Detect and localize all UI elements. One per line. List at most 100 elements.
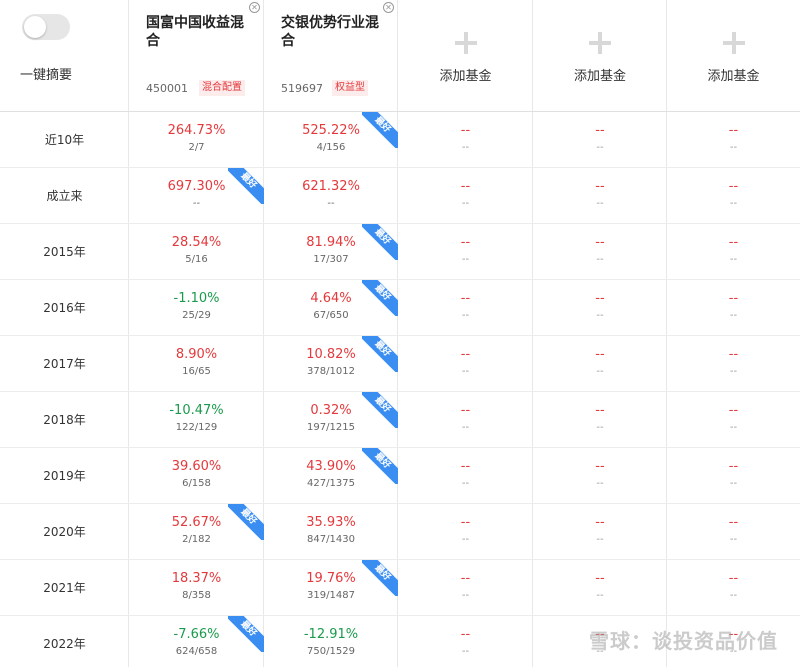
row-label: 2021年 [0, 560, 129, 616]
fund-return-cell: 264.73% 2/7 [129, 112, 264, 168]
row-label: 成立来 [0, 168, 129, 224]
fund-return-cell: 81.94% 17/307 最好 [264, 224, 398, 280]
empty-cell: -- -- [667, 280, 800, 336]
empty-cell: -- -- [533, 448, 667, 504]
empty-cell: -- -- [398, 280, 533, 336]
rank-value: 6/158 [182, 478, 211, 489]
fund-name[interactable]: 国富中国收益混合 [146, 14, 246, 50]
empty-cell: -- -- [533, 224, 667, 280]
empty-value: -- [460, 459, 471, 474]
empty-rank: -- [461, 142, 470, 153]
empty-value: -- [460, 179, 471, 194]
row-label: 2015年 [0, 224, 129, 280]
empty-value: -- [460, 515, 471, 530]
best-ribbon-label: 最好 [362, 224, 398, 260]
summary-toggle[interactable] [22, 14, 70, 40]
empty-rank: -- [461, 646, 470, 657]
empty-value: -- [595, 459, 605, 474]
empty-rank: -- [729, 366, 738, 377]
empty-rank: -- [729, 254, 738, 265]
toggle-knob [24, 16, 46, 38]
best-ribbon-label: 最好 [228, 504, 264, 540]
empty-rank: -- [729, 534, 738, 545]
empty-rank: -- [596, 254, 604, 265]
empty-rank: -- [461, 422, 470, 433]
best-ribbon: 最好 [362, 560, 398, 596]
empty-cell: -- -- [533, 336, 667, 392]
empty-value: -- [728, 123, 739, 138]
fund-return-cell: 621.32% -- [264, 168, 398, 224]
empty-rank: -- [596, 198, 604, 209]
row-label: 2018年 [0, 392, 129, 448]
empty-cell: -- -- [533, 392, 667, 448]
empty-rank: -- [729, 198, 738, 209]
empty-rank: -- [596, 310, 604, 321]
empty-cell: -- -- [667, 224, 800, 280]
empty-value: -- [460, 291, 471, 306]
empty-cell: -- -- [398, 112, 533, 168]
empty-cell: -- -- [398, 504, 533, 560]
return-value: 264.73% [167, 123, 226, 138]
close-icon[interactable]: ✕ [383, 2, 394, 13]
best-ribbon-label: 最好 [362, 560, 398, 596]
empty-rank: -- [596, 142, 604, 153]
return-value: 28.54% [171, 235, 222, 250]
close-icon[interactable]: ✕ [249, 2, 260, 13]
fund-return-cell: 28.54% 5/16 [129, 224, 264, 280]
header-row: 一键摘要 国富中国收益混合 ✕ 450001 混合配置 交银优势行业混合 ✕ 5… [0, 0, 800, 112]
fund-type-tag: 混合配置 [199, 80, 245, 96]
fund-return-cell: 697.30% -- 最好 [129, 168, 264, 224]
empty-value: -- [460, 571, 471, 586]
empty-value: -- [728, 291, 739, 306]
empty-value: -- [728, 515, 739, 530]
fund-return-cell: 8.90% 16/65 [129, 336, 264, 392]
empty-rank: -- [461, 254, 470, 265]
best-ribbon-label: 最好 [362, 392, 398, 428]
fund-return-cell: 39.60% 6/158 [129, 448, 264, 504]
add-fund-slot-3[interactable]: 添加基金 [667, 0, 800, 112]
fund-comparison-table: 一键摘要 国富中国收益混合 ✕ 450001 混合配置 交银优势行业混合 ✕ 5… [0, 0, 800, 667]
fund-type-tag: 权益型 [332, 80, 368, 96]
rank-value: 750/1529 [307, 646, 355, 657]
empty-cell: -- -- [533, 112, 667, 168]
best-ribbon-label: 最好 [228, 616, 264, 652]
return-value: 8.90% [175, 347, 218, 362]
empty-value: -- [595, 235, 605, 250]
summary-header: 一键摘要 [0, 0, 129, 112]
empty-cell: -- -- [398, 168, 533, 224]
plus-icon [453, 30, 479, 56]
fund-return-cell: 4.64% 67/650 最好 [264, 280, 398, 336]
rank-value: -- [327, 198, 335, 209]
fund-return-cell: 10.82% 378/1012 最好 [264, 336, 398, 392]
empty-cell: -- -- [398, 224, 533, 280]
fund-name[interactable]: 交银优势行业混合 [281, 14, 381, 50]
summary-label: 一键摘要 [20, 68, 73, 83]
row-label: 近10年 [0, 112, 129, 168]
empty-cell: -- -- [398, 448, 533, 504]
return-value: 39.60% [171, 459, 222, 474]
fund-return-cell: 43.90% 427/1375 最好 [264, 448, 398, 504]
empty-value: -- [728, 459, 739, 474]
return-value: -1.10% [173, 291, 220, 306]
add-fund-slot-1[interactable]: 添加基金 [398, 0, 533, 112]
fund-return-cell: -10.47% 122/129 [129, 392, 264, 448]
empty-cell: -- -- [533, 280, 667, 336]
best-ribbon-label: 最好 [362, 280, 398, 316]
empty-value: -- [728, 571, 739, 586]
empty-cell: -- -- [667, 560, 800, 616]
rank-value: 122/129 [175, 422, 218, 433]
empty-cell: -- -- [667, 504, 800, 560]
empty-value: -- [460, 347, 471, 362]
fund-return-cell: -1.10% 25/29 [129, 280, 264, 336]
plus-icon [587, 30, 613, 56]
best-ribbon: 最好 [362, 448, 398, 484]
best-ribbon: 最好 [228, 616, 264, 652]
empty-rank: -- [461, 590, 470, 601]
add-fund-slot-2[interactable]: 添加基金 [533, 0, 667, 112]
return-value: 621.32% [302, 179, 360, 194]
rank-value: 16/65 [182, 366, 211, 377]
empty-cell: -- -- [667, 392, 800, 448]
empty-cell: -- -- [398, 336, 533, 392]
empty-value: -- [595, 291, 605, 306]
best-ribbon-label: 最好 [362, 448, 398, 484]
